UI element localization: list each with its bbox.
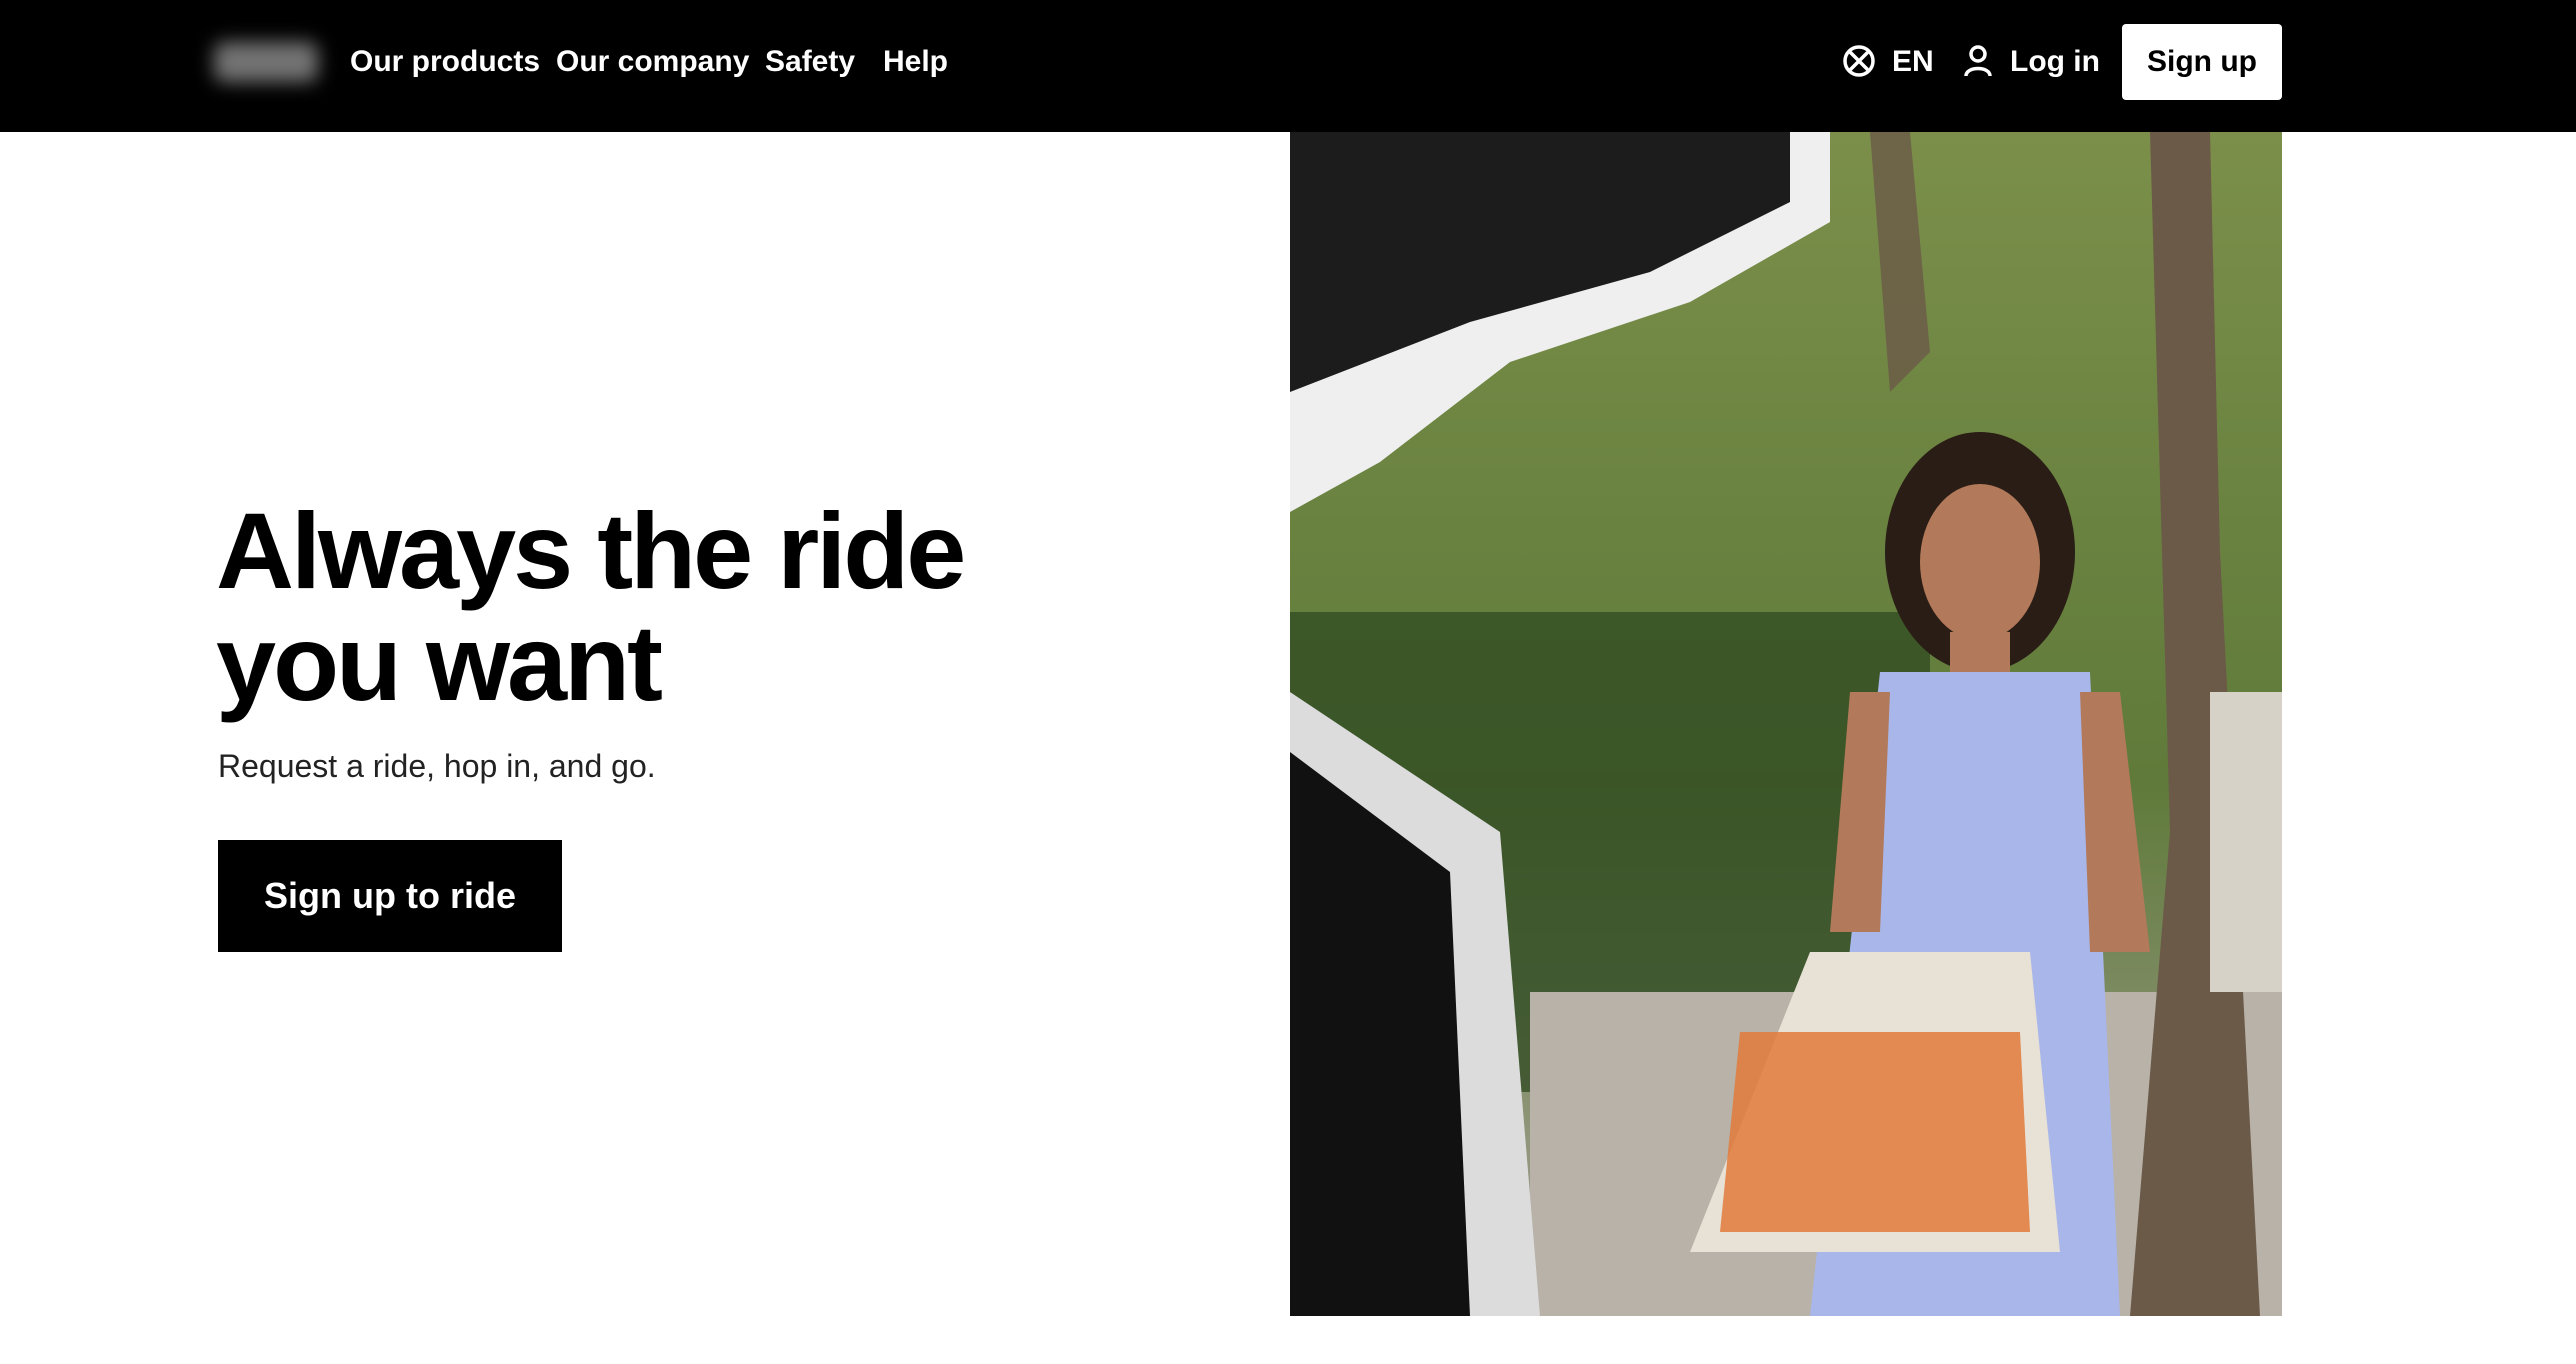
nav-our-company[interactable]: Our company bbox=[556, 44, 749, 80]
globe-icon[interactable] bbox=[1842, 44, 1876, 78]
top-navigation: Our products Our company Safety Help EN … bbox=[0, 0, 2576, 132]
signup-button[interactable]: Sign up bbox=[2122, 24, 2282, 100]
login-link[interactable]: Log in bbox=[2010, 44, 2100, 80]
hero-photo bbox=[1290, 132, 2282, 1316]
language-selector[interactable]: EN bbox=[1892, 44, 1934, 80]
nav-safety[interactable]: Safety bbox=[765, 44, 855, 80]
nav-help[interactable]: Help bbox=[883, 44, 948, 80]
signup-to-ride-button[interactable]: Sign up to ride bbox=[218, 840, 562, 952]
hero-subtitle: Request a ride, hop in, and go. bbox=[218, 748, 656, 784]
user-icon[interactable] bbox=[1962, 44, 1994, 78]
hero-title: Always the ride you want bbox=[216, 490, 966, 723]
uber-logo[interactable] bbox=[214, 42, 318, 82]
nav-our-products[interactable]: Our products bbox=[350, 44, 540, 80]
